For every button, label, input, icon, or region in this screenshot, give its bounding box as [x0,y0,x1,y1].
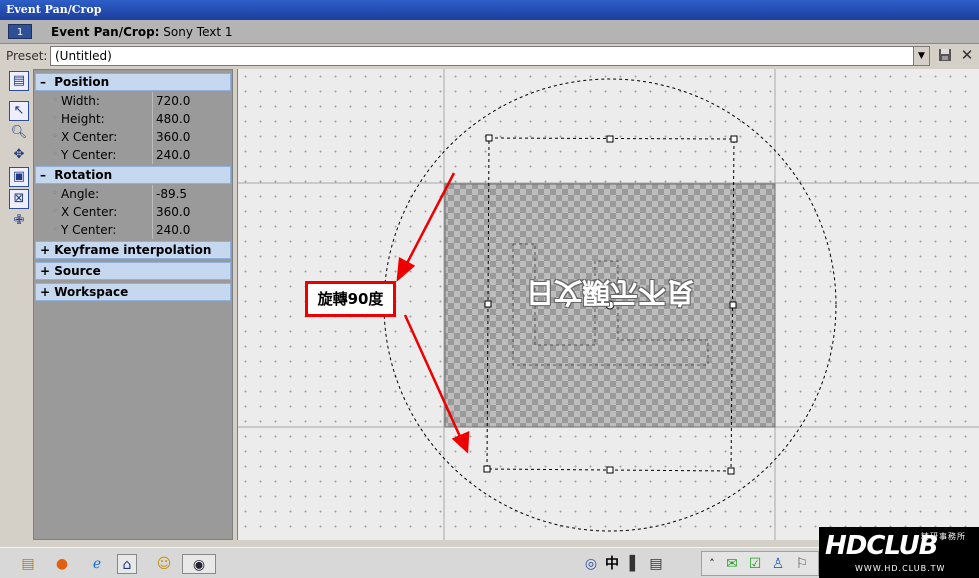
ime-language[interactable]: 中 [605,554,619,574]
close-icon[interactable]: ✕ [959,47,975,63]
property-value[interactable]: -89.5 [152,185,231,203]
magnifier-icon[interactable]: 🔍︎ [9,123,29,143]
internet-explorer-icon[interactable]: ℯ [87,554,107,574]
properties-icon[interactable]: ▤ [9,71,29,91]
system-tray: ˄ ✉ ☑ ♙ ⚐ [701,551,819,576]
event-header: 1 Event Pan/Crop: Sony Text 1 [0,20,979,44]
move-icon[interactable]: ✙ [9,211,29,231]
section-source[interactable]: + Source [35,262,231,280]
normal-edit-icon[interactable]: ▣ [9,167,29,187]
property-row[interactable]: Angle:-89.5 [35,185,231,203]
user-icon[interactable]: ♙ [768,554,788,574]
messenger-icon[interactable]: ☺ [154,554,174,574]
tool-bar: ▤ ↖ 🔍︎ ✥ ▣ ⊠ ✙ [6,69,32,539]
property-row[interactable]: Y Center:240.0 [35,146,231,164]
window-title: Event Pan/Crop [6,3,102,16]
section-keyframe-interpolation[interactable]: + Keyframe interpolation [35,241,231,259]
property-row[interactable]: X Center:360.0 [35,203,231,221]
annotation-callout: 旋轉90度 [305,281,396,317]
preset-dropdown[interactable]: (Untitled) ▼ [50,46,930,66]
preset-value: (Untitled) [55,49,112,63]
event-number-badge[interactable]: 1 [8,24,32,39]
vegas-task-icon[interactable]: ◉ [182,554,216,574]
folder-icon[interactable]: ▤ [18,554,38,574]
event-title: Event Pan/Crop: Sony Text 1 [51,24,233,40]
property-value[interactable]: 360.0 [152,128,231,146]
firefox-icon[interactable]: ● [52,554,72,574]
property-row[interactable]: Height:480.0 [35,110,231,128]
preset-label: Preset: [6,49,48,63]
property-value[interactable]: 360.0 [152,203,231,221]
event-title-label: Event Pan/Crop: [51,25,160,39]
property-row[interactable]: Y Center:240.0 [35,221,231,239]
crop-fit-icon[interactable]: ⊠ [9,189,29,209]
flag-icon[interactable]: ⚐ [792,554,812,574]
chevron-down-icon[interactable]: ▼ [913,47,929,65]
tray-expand-icon[interactable]: ˄ [702,554,722,574]
event-clip-name: Sony Text 1 [163,25,233,39]
property-row[interactable]: Width:720.0 [35,92,231,110]
rotated-overlay-text: 日文顯示不良 [525,276,694,309]
property-value[interactable]: 240.0 [152,221,231,239]
window-title-bar: Event Pan/Crop [0,0,979,20]
check-icon[interactable]: ☑ [745,554,765,574]
network-icon[interactable]: ⌂ [117,554,137,574]
logo-url: WWW.HD.CLUB.TW [855,564,946,573]
ime-mode-icon[interactable]: ▌ [625,554,645,574]
section-rotation[interactable]: – Rotation [35,166,231,184]
property-value[interactable]: 480.0 [152,110,231,128]
logo-chinese: 精研事務所 [921,532,966,541]
property-row[interactable]: X Center:360.0 [35,128,231,146]
hdclub-logo: HDCLUB 精研事務所 WWW.HD.CLUB.TW [819,527,979,578]
properties-panel: – Position Width:720.0 Height:480.0 X Ce… [33,69,233,540]
mail-icon[interactable]: ✉ [722,554,742,574]
ime-icon[interactable]: ◎ [581,554,601,574]
section-workspace[interactable]: + Workspace [35,283,231,301]
property-value[interactable]: 240.0 [152,146,231,164]
arrow-pointer-icon[interactable]: ↖ [9,101,29,121]
preset-row: Preset: (Untitled) ▼ ✕ [0,44,979,68]
property-value[interactable]: 720.0 [152,92,231,110]
save-icon[interactable] [937,48,953,64]
zoom-edit-icon[interactable]: ✥ [9,145,29,165]
ime-keyboard-icon[interactable]: ▤ [646,554,666,574]
section-position[interactable]: – Position [35,73,231,91]
